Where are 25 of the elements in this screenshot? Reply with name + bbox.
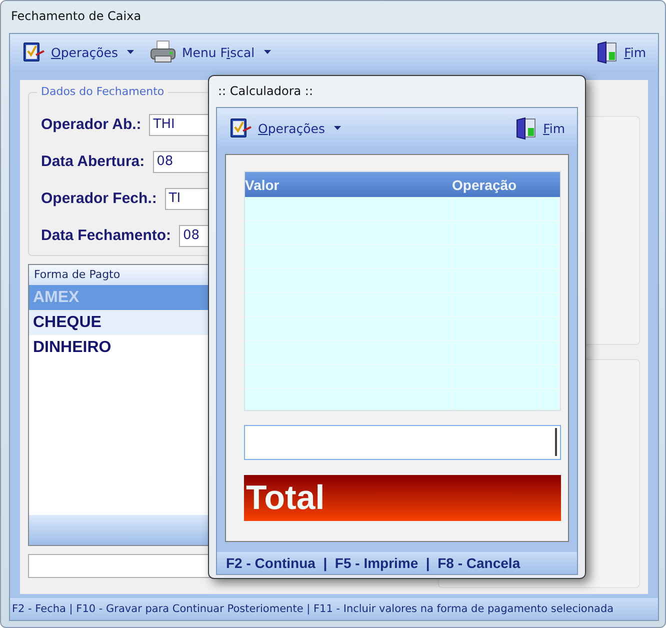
door-exit-icon [595, 40, 620, 64]
caret-icon [264, 50, 272, 54]
toolbar-button[interactable]: Operações [18, 38, 139, 66]
toolbar-button[interactable]: Fim [591, 38, 650, 66]
field-label: Data Abertura: [41, 153, 145, 170]
column-header: Operação [452, 176, 518, 192]
door-exit-icon [514, 116, 538, 140]
caret-icon [127, 50, 135, 54]
printer-icon [149, 40, 177, 64]
toolbar-button[interactable]: Menu Fiscal [145, 38, 276, 66]
clipboard-check-icon [22, 40, 46, 64]
toolbar-button[interactable]: Fim [510, 114, 569, 142]
window-title: Fechamento de Caixa [11, 9, 142, 23]
field-label: Operador Fech.: [41, 190, 157, 207]
caret-icon [334, 126, 342, 130]
status-bar: F2 - Fecha | F10 - Gravar para Continuar Posteriomente | F11 - Incluir valores na forma de pagamento selecionada [10, 598, 658, 620]
value-input-field[interactable] [244, 425, 561, 460]
dialog-status-bar: F2 - Continua | F5 - Imprime | F8 - Cancela [217, 552, 577, 574]
column-header: Valor [245, 176, 280, 192]
dialog-title: :: Calculadora :: [217, 83, 314, 100]
clipboard-check-icon [229, 116, 253, 140]
field-label: Operador Ab.: [41, 116, 142, 133]
total-display: Total [244, 475, 561, 521]
field-label: Data Fechamento: [41, 227, 172, 244]
group-title: Dados do Fechamento [37, 85, 168, 98]
